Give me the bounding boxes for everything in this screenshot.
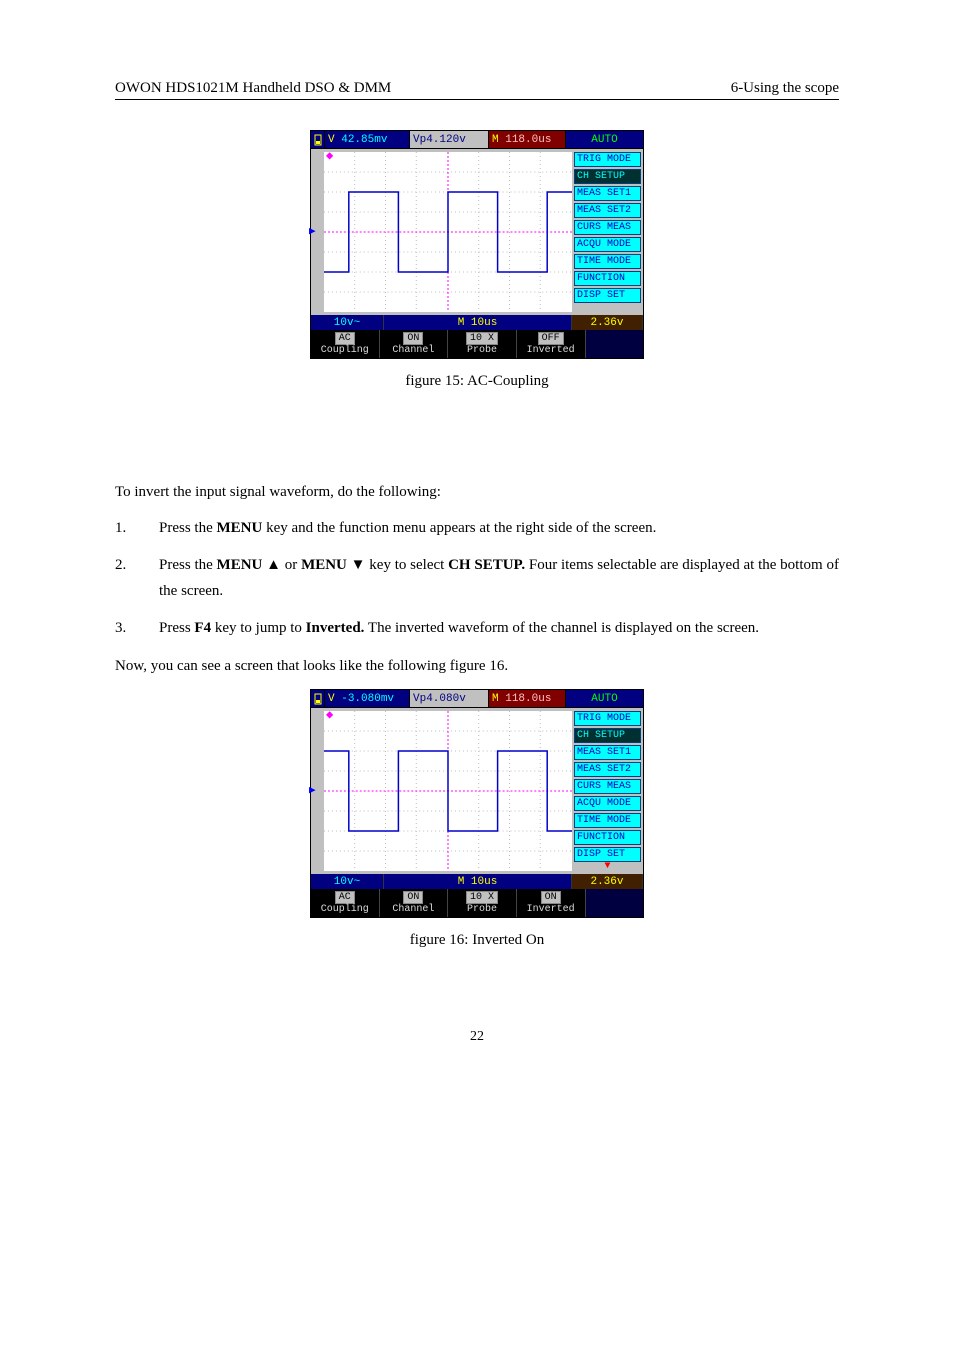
menu-meas-set1[interactable]: MEAS SET1 (574, 745, 641, 760)
scope-screenshot-fig16: V -3.080mv Vp4.080v M 118.0us AUTO ▶ ◆ (310, 689, 644, 918)
trig-level-readout: 2.36v (572, 874, 643, 889)
softkey-channel[interactable]: ON Channel (380, 889, 449, 917)
menu-acqu-mode[interactable]: ACQU MODE (574, 796, 641, 811)
fig15-caption: figure 15: AC-Coupling (115, 373, 839, 390)
softkey-empty (586, 330, 643, 358)
v-readout: V -3.080mv (325, 690, 410, 707)
waveform-display: ◆ (324, 152, 572, 312)
vdiv-readout: 10v~ (311, 315, 384, 330)
waveform-display: ◆ (324, 711, 572, 871)
softkey-coupling[interactable]: AC Coupling (311, 889, 380, 917)
timebase-readout: M 10us (384, 315, 572, 330)
channel-arrow-icon: ▶ (309, 786, 316, 797)
menu-ch-setup[interactable]: CH SETUP (574, 728, 641, 743)
vp-readout: Vp4.080v (410, 690, 489, 707)
scope-screenshot-fig15: V 42.85mv Vp4.120v M 118.0us AUTO ▶ ◆ (310, 130, 644, 359)
outro-paragraph: Now, you can see a screen that looks lik… (115, 654, 839, 680)
menu-disp-set[interactable]: DISP SET (574, 288, 641, 303)
step-3: 3. Press F4 key to jump to Inverted. The… (115, 616, 839, 642)
channel-arrow-icon: ▶ (309, 227, 316, 238)
menu-function[interactable]: FUNCTION (574, 271, 641, 286)
menu-acqu-mode[interactable]: ACQU MODE (574, 237, 641, 252)
menu-meas-set2[interactable]: MEAS SET2 (574, 762, 641, 777)
page-header: OWON HDS1021M Handheld DSO & DMM 6-Using… (115, 80, 839, 100)
m-readout: M 118.0us (489, 690, 566, 707)
softkey-inverted[interactable]: ON Inverted (517, 889, 586, 917)
intro-paragraph: To invert the input signal waveform, do … (115, 480, 839, 506)
fig16-caption: figure 16: Inverted On (115, 932, 839, 949)
menu-time-mode[interactable]: TIME MODE (574, 254, 641, 269)
menu-trig-mode[interactable]: TRIG MODE (574, 711, 641, 726)
softkey-coupling[interactable]: AC Coupling (311, 330, 380, 358)
battery-icon (311, 131, 325, 148)
function-menu: TRIG MODE CH SETUP MEAS SET1 MEAS SET2 C… (572, 149, 643, 315)
menu-meas-set2[interactable]: MEAS SET2 (574, 203, 641, 218)
menu-curs-meas[interactable]: CURS MEAS (574, 779, 641, 794)
menu-function[interactable]: FUNCTION (574, 830, 641, 845)
softkey-channel[interactable]: ON Channel (380, 330, 449, 358)
softkey-bar: AC Coupling ON Channel 10 X Probe ON Inv… (311, 889, 643, 917)
v-readout: V 42.85mv (325, 131, 410, 148)
menu-meas-set1[interactable]: MEAS SET1 (574, 186, 641, 201)
header-right: 6-Using the scope (731, 80, 839, 97)
vp-readout: Vp4.120v (410, 131, 489, 148)
auto-mode-label: AUTO (566, 690, 643, 707)
m-readout: M 118.0us (489, 131, 566, 148)
softkey-bar: AC Coupling ON Channel 10 X Probe OFF In… (311, 330, 643, 358)
step-1: 1. Press the MENU key and the function m… (115, 516, 839, 542)
menu-ch-setup[interactable]: CH SETUP (574, 169, 641, 184)
vdiv-readout: 10v~ (311, 874, 384, 889)
menu-trig-mode[interactable]: TRIG MODE (574, 152, 641, 167)
header-left: OWON HDS1021M Handheld DSO & DMM (115, 80, 391, 97)
softkey-probe[interactable]: 10 X Probe (448, 330, 517, 358)
menu-curs-meas[interactable]: CURS MEAS (574, 220, 641, 235)
page-number: 22 (115, 1029, 839, 1045)
menu-time-mode[interactable]: TIME MODE (574, 813, 641, 828)
softkey-inverted[interactable]: OFF Inverted (517, 330, 586, 358)
timebase-readout: M 10us (384, 874, 572, 889)
function-menu: TRIG MODE CH SETUP MEAS SET1 MEAS SET2 C… (572, 708, 643, 874)
softkey-probe[interactable]: 10 X Probe (448, 889, 517, 917)
step-2: 2. Press the MENU ▲ or MENU ▼ key to sel… (115, 553, 839, 604)
auto-mode-label: AUTO (566, 131, 643, 148)
menu-disp-set[interactable]: DISP SET (574, 847, 641, 862)
trig-level-readout: 2.36v (572, 315, 643, 330)
battery-icon (311, 690, 325, 707)
trigger-marker-icon: ◆ (326, 711, 333, 721)
menu-scroll-down-icon[interactable]: ▼ (574, 864, 641, 870)
trigger-marker-icon: ◆ (326, 152, 333, 162)
softkey-empty (586, 889, 643, 917)
